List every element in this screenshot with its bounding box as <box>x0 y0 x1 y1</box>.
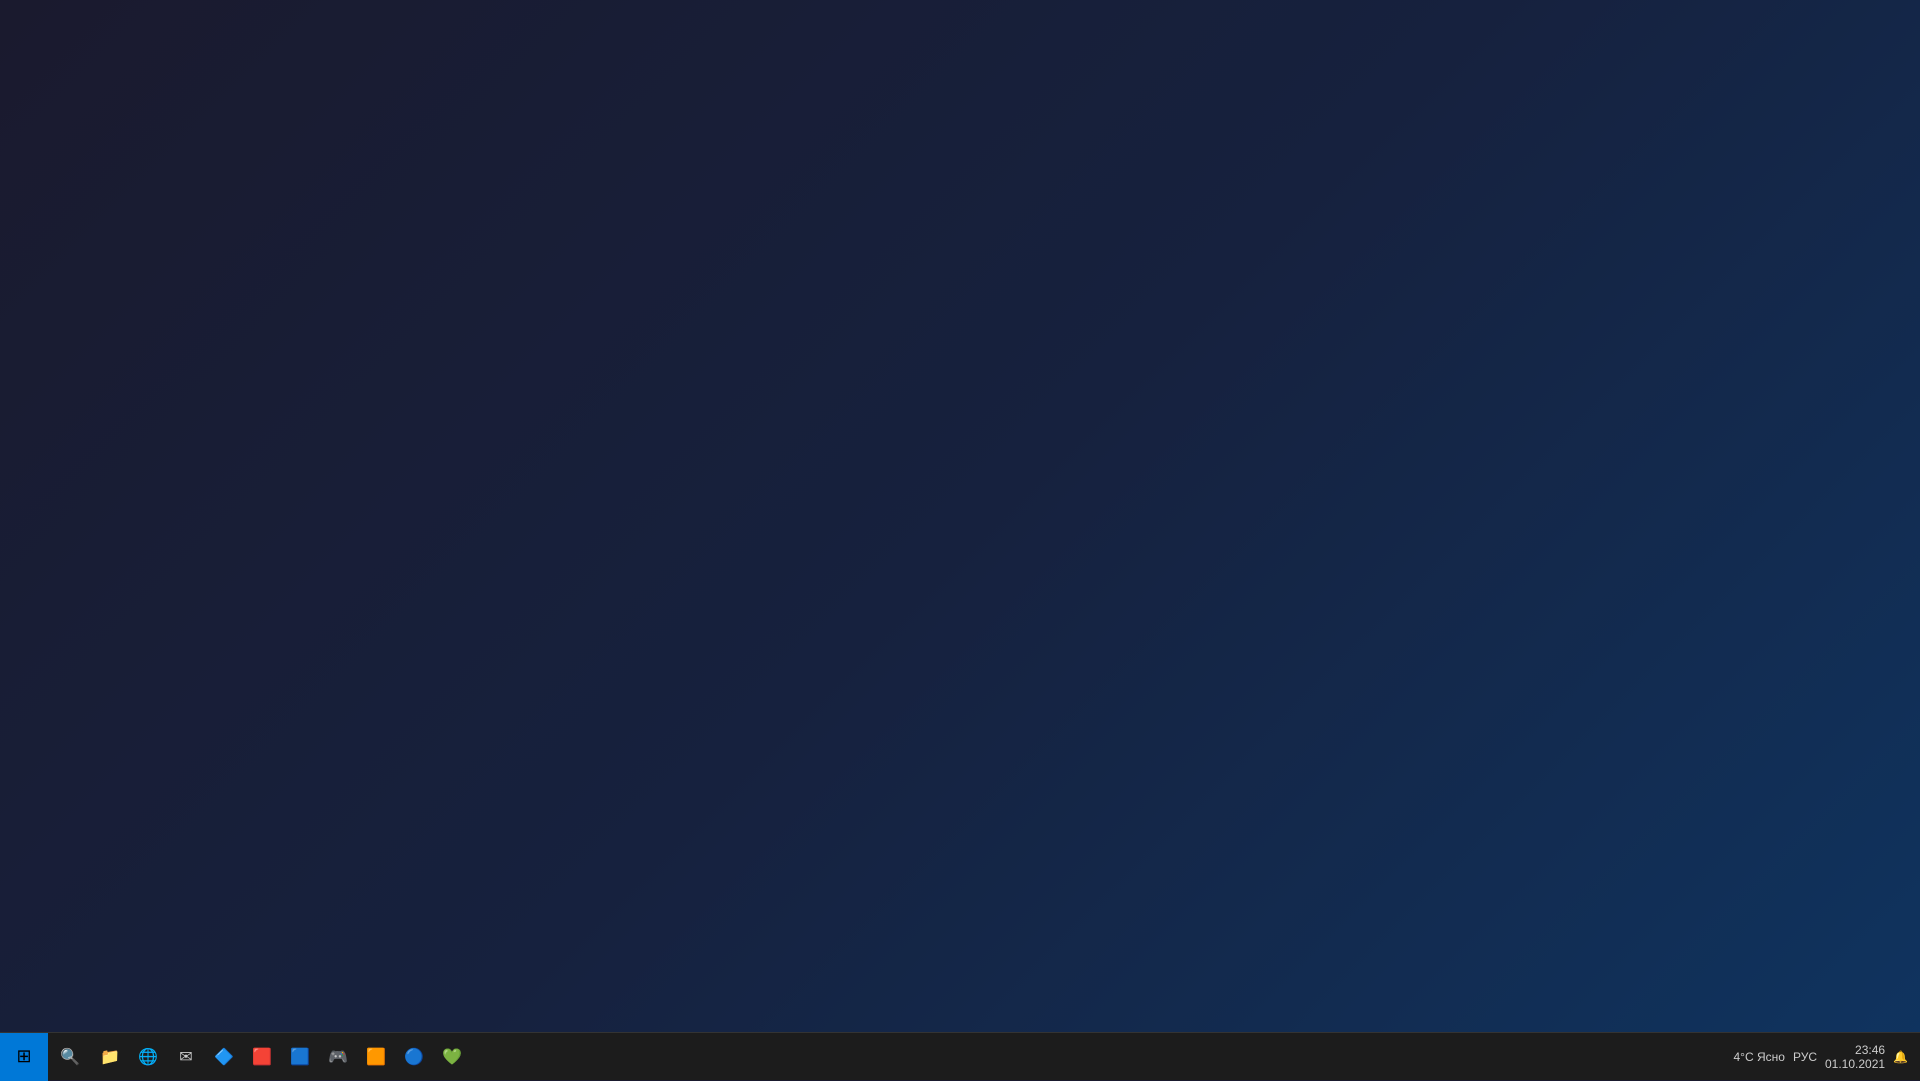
taskbar-search-icon[interactable]: 🔍 <box>52 1033 88 1081</box>
taskbar-icon-app4[interactable]: 🟧 <box>358 1033 394 1081</box>
taskbar-icon-app3[interactable]: 🎮 <box>320 1033 356 1081</box>
taskbar-icon-mail[interactable]: ✉ <box>168 1033 204 1081</box>
taskbar-icon-edge[interactable]: 🔷 <box>206 1033 242 1081</box>
taskbar-icons: 📁 🌐 ✉ 🔷 🟥 🟦 🎮 🟧 🔵 💚 <box>92 1033 470 1081</box>
taskbar-weather: 4°C Ясно <box>1734 1050 1785 1064</box>
taskbar-start-button[interactable]: ⊞ <box>0 1033 48 1081</box>
taskbar-icon-file-explorer[interactable]: 📁 <box>92 1033 128 1081</box>
taskbar-time-date: 23:46 01.10.2021 <box>1825 1043 1885 1071</box>
taskbar-notification-icon[interactable]: 🔔 <box>1893 1050 1908 1064</box>
taskbar-icon-app2[interactable]: 🟦 <box>282 1033 318 1081</box>
taskbar-icon-app1[interactable]: 🟥 <box>244 1033 280 1081</box>
taskbar-date: 01.10.2021 <box>1825 1057 1885 1071</box>
taskbar-icon-app5[interactable]: 🔵 <box>396 1033 432 1081</box>
taskbar-time: 23:46 <box>1825 1043 1885 1057</box>
desktop-background <box>0 0 1920 1080</box>
taskbar-icon-app6[interactable]: 💚 <box>434 1033 470 1081</box>
taskbar-right: 4°C Ясно РУС 23:46 01.10.2021 🔔 <box>1734 1043 1920 1071</box>
taskbar-lang: РУС <box>1793 1050 1817 1064</box>
taskbar: ⊞ 🔍 📁 🌐 ✉ 🔷 🟥 🟦 🎮 🟧 🔵 💚 4°C Ясно РУС 23:… <box>0 1032 1920 1080</box>
taskbar-icon-chrome[interactable]: 🌐 <box>130 1033 166 1081</box>
